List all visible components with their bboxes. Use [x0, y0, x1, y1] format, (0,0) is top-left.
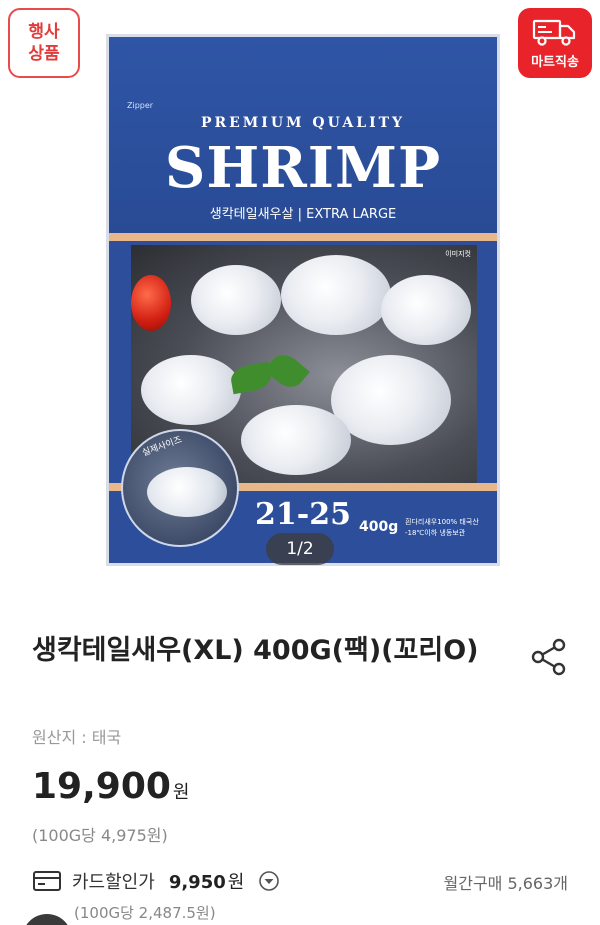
real-size-circle: 실제사이즈 — [121, 429, 239, 547]
share-icon[interactable] — [528, 636, 570, 678]
card-unit-price: (100G당 2,487.5원) — [74, 904, 216, 922]
mart-direct-label: 마트직송 — [531, 54, 579, 70]
chevron-down-icon[interactable] — [258, 870, 280, 892]
event-badge-line1: 행사 — [28, 22, 60, 42]
country-of-origin: 원산지 : 태국 — [32, 728, 122, 747]
unit-price: (100G당 4,975원) — [32, 826, 168, 845]
shrimp-graphic — [191, 265, 281, 335]
card-discount-value: 9,950 — [168, 872, 226, 893]
image-cut-tag: 이미지컷 — [445, 250, 471, 258]
zipper-label: Zipper — [127, 101, 154, 110]
premium-quality-text: PREMIUM QUALITY — [200, 115, 406, 131]
shrimp-graphic — [281, 255, 391, 335]
monthly-purchase-count: 월간구매 5,663개 — [443, 874, 569, 893]
shrimp-graphic — [241, 405, 351, 475]
floating-button[interactable] — [22, 914, 72, 925]
card-discount-row[interactable]: 카드할인가 9,950 원 — [32, 868, 280, 894]
brand-text: SHRIMP — [164, 135, 442, 201]
card-discount-price: 9,950 원 — [165, 868, 245, 894]
package-header: Zipper PREMIUM QUALITY SHRIMP 생칵테일새우살 | … — [109, 37, 497, 233]
price-currency: 원 — [172, 782, 190, 803]
price-value: 19,900 — [32, 766, 171, 807]
shrimp-graphic — [147, 467, 227, 517]
mart-direct-delivery-badge: 마트직송 — [518, 8, 592, 78]
package-subtitle: 생칵테일새우살 | EXTRA LARGE — [209, 207, 397, 222]
package-stripe-top — [109, 233, 497, 241]
product-image[interactable]: Zipper PREMIUM QUALITY SHRIMP 생칵테일새우살 | … — [106, 34, 500, 566]
event-badge-line2: 상품 — [28, 44, 60, 64]
fine-print-line: 흰다리새우100% 태국산 — [405, 518, 479, 526]
package-weight: 400g — [359, 519, 399, 535]
truck-icon — [532, 19, 576, 46]
count-per-pound: 21-25 — [255, 497, 351, 532]
image-pager-indicator: 1/2 — [266, 533, 334, 565]
credit-card-icon — [33, 871, 61, 891]
event-product-badge: 행사 상품 — [8, 8, 80, 78]
shrimp-graphic — [141, 355, 241, 425]
fine-print-line: -18℃이하 냉동보관 — [405, 529, 466, 537]
price: 19,900 원 — [32, 766, 189, 807]
basil-leaf-graphic — [264, 348, 310, 394]
package-fine-print: 흰다리새우100% 태국산 -18℃이하 냉동보관 — [405, 517, 479, 539]
product-title: 생칵테일새우(XL) 400G(팩)(꼬리O) — [32, 635, 479, 666]
shrimp-graphic — [381, 275, 471, 345]
card-discount-label: 카드할인가 — [72, 872, 155, 893]
tomato-graphic — [131, 275, 171, 331]
card-discount-currency: 원 — [227, 872, 245, 893]
